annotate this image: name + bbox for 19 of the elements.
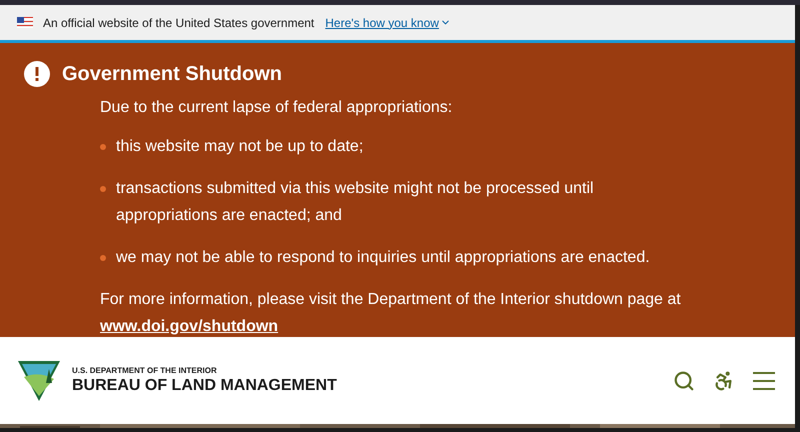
bullet-icon	[100, 255, 106, 261]
bullet-icon	[100, 186, 106, 192]
alert-intro: Due to the current lapse of federal appropriations:	[100, 98, 454, 118]
agency-logo-icon	[16, 358, 62, 402]
bullet-icon	[100, 144, 106, 150]
menu-button[interactable]	[753, 372, 775, 390]
alert-item: this website may not be up to date;	[116, 137, 364, 157]
how-you-know-link[interactable]: Here's how you know	[325, 14, 451, 32]
alert-icon	[24, 61, 50, 87]
alert-more-info: For more information, please visit the Department of the Interior shutdown page at	[100, 290, 682, 310]
alert-title: Government Shutdown	[62, 62, 282, 87]
flag-icon	[17, 17, 33, 28]
alert-item: we may not be able to respond to inquiries until appropriations are enacted.	[116, 248, 651, 268]
shutdown-link[interactable]: www.doi.gov/shutdown	[100, 318, 278, 335]
search-button[interactable]	[673, 370, 695, 392]
agency-name: BUREAU OF LAND MANAGEMENT	[72, 376, 337, 396]
department-name: U.S. DEPARTMENT OF THE INTERIOR	[72, 366, 218, 376]
official-website-text: An official website of the United States government	[43, 14, 314, 32]
alert-item: transactions submitted via this website might not be processed until appropriations are enacted; and	[116, 179, 595, 226]
